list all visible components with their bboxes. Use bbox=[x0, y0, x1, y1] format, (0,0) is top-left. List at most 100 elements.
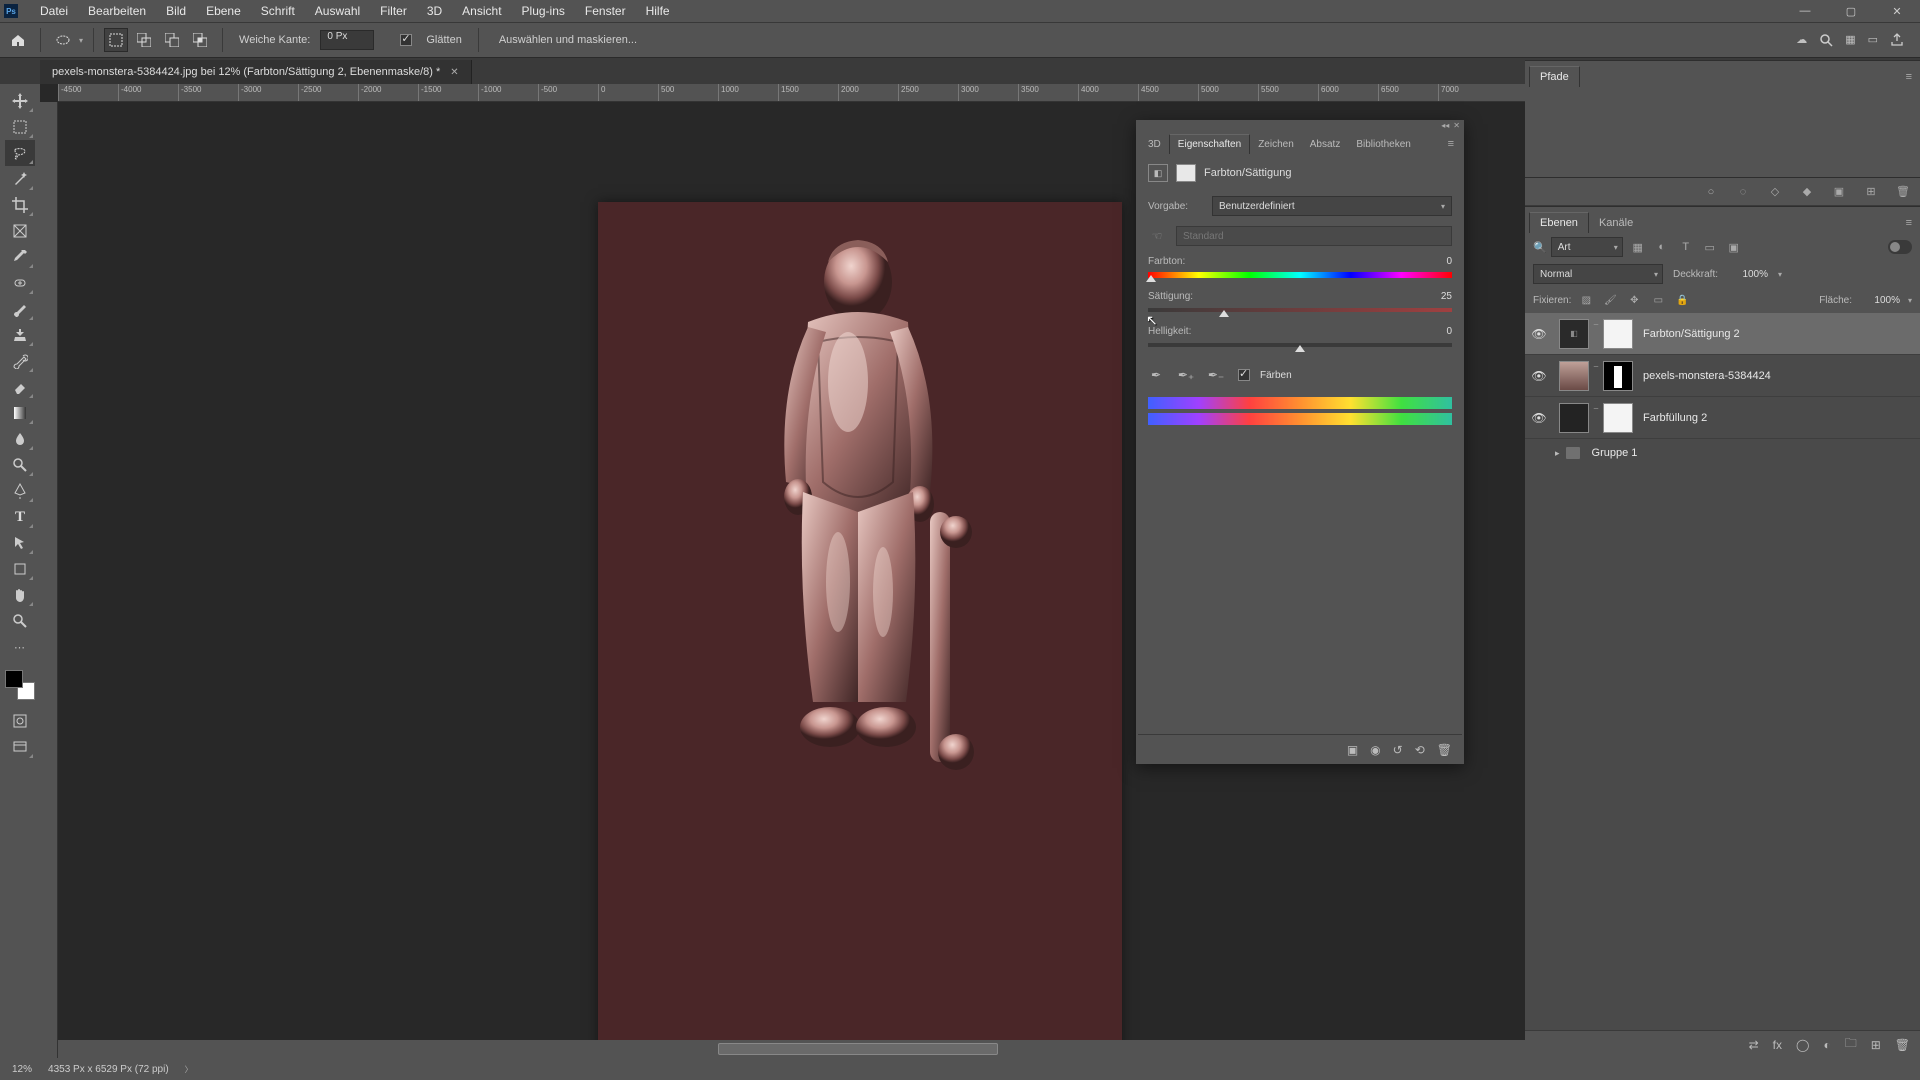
layer-name[interactable]: pexels-monstera-5384424 bbox=[1643, 370, 1771, 382]
link-icon[interactable]: ⎯ bbox=[1591, 319, 1601, 349]
panel-menu-icon[interactable]: ≡ bbox=[1442, 134, 1460, 154]
lock-artboard-icon[interactable]: ▭ bbox=[1651, 293, 1665, 307]
select-and-mask-button[interactable]: Auswählen und maskieren... bbox=[499, 34, 637, 46]
layer-row[interactable]: 👁 ◧ ⎯ Farbton/Sättigung 2 bbox=[1525, 313, 1920, 355]
filter-adjustment-icon[interactable]: ◐ bbox=[1655, 240, 1669, 254]
mask-thumb[interactable] bbox=[1603, 403, 1633, 433]
frame-tool-icon[interactable] bbox=[5, 218, 35, 244]
history-brush-tool-icon[interactable] bbox=[5, 348, 35, 374]
tool-preset-icon[interactable] bbox=[51, 28, 75, 52]
lock-transparency-icon[interactable]: ▨ bbox=[1579, 293, 1593, 307]
link-icon[interactable]: ⎯ bbox=[1591, 361, 1601, 391]
share-icon[interactable] bbox=[1890, 33, 1904, 47]
hue-value[interactable]: 0 bbox=[1406, 256, 1452, 267]
layer-row[interactable]: 👁 ⎯ pexels-monstera-5384424 bbox=[1525, 355, 1920, 397]
delete-layer-icon[interactable]: 🗑 bbox=[1895, 1038, 1910, 1052]
clone-stamp-tool-icon[interactable] bbox=[5, 322, 35, 348]
zoom-level[interactable]: 12% bbox=[12, 1064, 32, 1075]
fill-value[interactable]: 100% bbox=[1860, 295, 1900, 306]
blend-mode-select[interactable]: Normal bbox=[1533, 264, 1663, 284]
screen-mode-icon[interactable] bbox=[5, 734, 35, 760]
preset-select[interactable]: Benutzerdefiniert bbox=[1212, 196, 1452, 216]
menu-help[interactable]: Hilfe bbox=[636, 0, 680, 22]
search-icon[interactable] bbox=[1819, 33, 1833, 47]
document-dimensions[interactable]: 4353 Px x 6529 Px (72 ppi) bbox=[48, 1064, 169, 1075]
group-name[interactable]: Gruppe 1 bbox=[1592, 447, 1638, 459]
selection-intersect-icon[interactable] bbox=[188, 28, 212, 52]
lightness-slider[interactable] bbox=[1148, 339, 1452, 353]
color-swatches[interactable] bbox=[5, 670, 35, 700]
gradient-tool-icon[interactable] bbox=[5, 400, 35, 426]
tab-paragraph[interactable]: Absatz bbox=[1302, 135, 1349, 154]
fill-path-icon[interactable]: ○ bbox=[1704, 185, 1718, 199]
antialias-checkbox[interactable] bbox=[400, 34, 412, 46]
window-minimize-icon[interactable]: — bbox=[1782, 0, 1828, 22]
selection-new-icon[interactable] bbox=[104, 28, 128, 52]
close-icon[interactable]: ✕ bbox=[1453, 121, 1460, 130]
layer-name[interactable]: Farbfüllung 2 bbox=[1643, 412, 1707, 424]
menu-filter[interactable]: Filter bbox=[370, 0, 417, 22]
panel-menu-icon[interactable]: ≡ bbox=[1902, 67, 1916, 87]
layer-name[interactable]: Farbton/Sättigung 2 bbox=[1643, 328, 1740, 340]
crop-tool-icon[interactable] bbox=[5, 192, 35, 218]
brush-tool-icon[interactable] bbox=[5, 296, 35, 322]
new-path-icon[interactable]: ⊞ bbox=[1864, 185, 1878, 199]
ruler-horizontal[interactable]: -4500-4000-3500-3000-2500-2000-1500-1000… bbox=[58, 84, 1525, 102]
home-icon[interactable] bbox=[6, 28, 30, 52]
clip-to-layer-icon[interactable]: ▣ bbox=[1347, 743, 1358, 757]
arrange-icon[interactable]: ▦ bbox=[1845, 33, 1855, 47]
document-tab[interactable]: pexels-monstera-5384424.jpg bei 12% (Far… bbox=[40, 60, 472, 84]
menu-image[interactable]: Bild bbox=[156, 0, 196, 22]
workspace-icon[interactable]: ▭ bbox=[1868, 33, 1878, 47]
filter-pixel-icon[interactable]: ▦ bbox=[1631, 240, 1645, 254]
lightness-value[interactable]: 0 bbox=[1406, 326, 1452, 337]
cloud-icon[interactable]: ☁ bbox=[1796, 33, 1807, 47]
blur-tool-icon[interactable] bbox=[5, 426, 35, 452]
filter-type-icon[interactable]: T bbox=[1679, 240, 1693, 254]
healing-brush-tool-icon[interactable] bbox=[5, 270, 35, 296]
hand-tool-icon[interactable] bbox=[5, 582, 35, 608]
type-tool-icon[interactable]: T bbox=[5, 504, 35, 530]
panel-menu-icon[interactable]: ≡ bbox=[1902, 213, 1916, 233]
opacity-value[interactable]: 100% bbox=[1728, 269, 1768, 280]
magic-wand-tool-icon[interactable] bbox=[5, 166, 35, 192]
tab-properties[interactable]: Eigenschaften bbox=[1169, 134, 1250, 154]
eyedropper-tool-icon[interactable] bbox=[5, 244, 35, 270]
dodge-tool-icon[interactable] bbox=[5, 452, 35, 478]
document-canvas[interactable] bbox=[598, 202, 1122, 1040]
filter-shape-icon[interactable]: ▭ bbox=[1703, 240, 1717, 254]
pen-tool-icon[interactable] bbox=[5, 478, 35, 504]
horizontal-scrollbar[interactable] bbox=[58, 1040, 1525, 1058]
delete-path-icon[interactable]: 🗑 bbox=[1896, 185, 1910, 199]
visibility-toggle-icon[interactable]: 👁 bbox=[1529, 366, 1549, 386]
marquee-tool-icon[interactable] bbox=[5, 114, 35, 140]
hue-slider[interactable] bbox=[1148, 269, 1452, 283]
layer-row[interactable]: 👁 ⎯ Farbfüllung 2 bbox=[1525, 397, 1920, 439]
layer-style-icon[interactable]: fx bbox=[1773, 1038, 1782, 1052]
lock-pixels-icon[interactable]: 🖌 bbox=[1603, 293, 1617, 307]
delete-adjustment-icon[interactable]: 🗑 bbox=[1437, 743, 1452, 757]
adjustment-thumb-icon[interactable]: ◧ bbox=[1559, 319, 1589, 349]
selection-add-icon[interactable] bbox=[132, 28, 156, 52]
filter-smart-icon[interactable]: ▣ bbox=[1727, 240, 1741, 254]
window-maximize-icon[interactable]: ▢ bbox=[1828, 0, 1874, 22]
saturation-slider[interactable] bbox=[1148, 304, 1452, 318]
edit-toolbar-icon[interactable]: ⋯ bbox=[5, 634, 35, 660]
saturation-value[interactable]: 25 bbox=[1406, 291, 1452, 302]
add-mask-icon[interactable]: ▣ bbox=[1832, 185, 1846, 199]
menu-select[interactable]: Auswahl bbox=[305, 0, 370, 22]
menu-window[interactable]: Fenster bbox=[575, 0, 636, 22]
window-close-icon[interactable]: ✕ bbox=[1874, 0, 1920, 22]
menu-layer[interactable]: Ebene bbox=[196, 0, 251, 22]
path-to-selection-icon[interactable]: ◇ bbox=[1768, 185, 1782, 199]
link-layers-icon[interactable]: ⇄ bbox=[1749, 1038, 1759, 1052]
mask-thumb[interactable] bbox=[1603, 361, 1633, 391]
menu-3d[interactable]: 3D bbox=[417, 0, 452, 22]
targeted-adjust-icon[interactable]: ☜ bbox=[1148, 227, 1166, 245]
lock-all-icon[interactable]: 🔒 bbox=[1675, 293, 1689, 307]
lasso-tool-icon[interactable] bbox=[5, 140, 35, 166]
menu-file[interactable]: Datei bbox=[30, 0, 78, 22]
layer-group-row[interactable]: ▸ Gruppe 1 bbox=[1525, 439, 1920, 467]
colorize-checkbox[interactable] bbox=[1238, 369, 1250, 381]
reset-previous-icon[interactable]: ↺ bbox=[1393, 743, 1403, 757]
